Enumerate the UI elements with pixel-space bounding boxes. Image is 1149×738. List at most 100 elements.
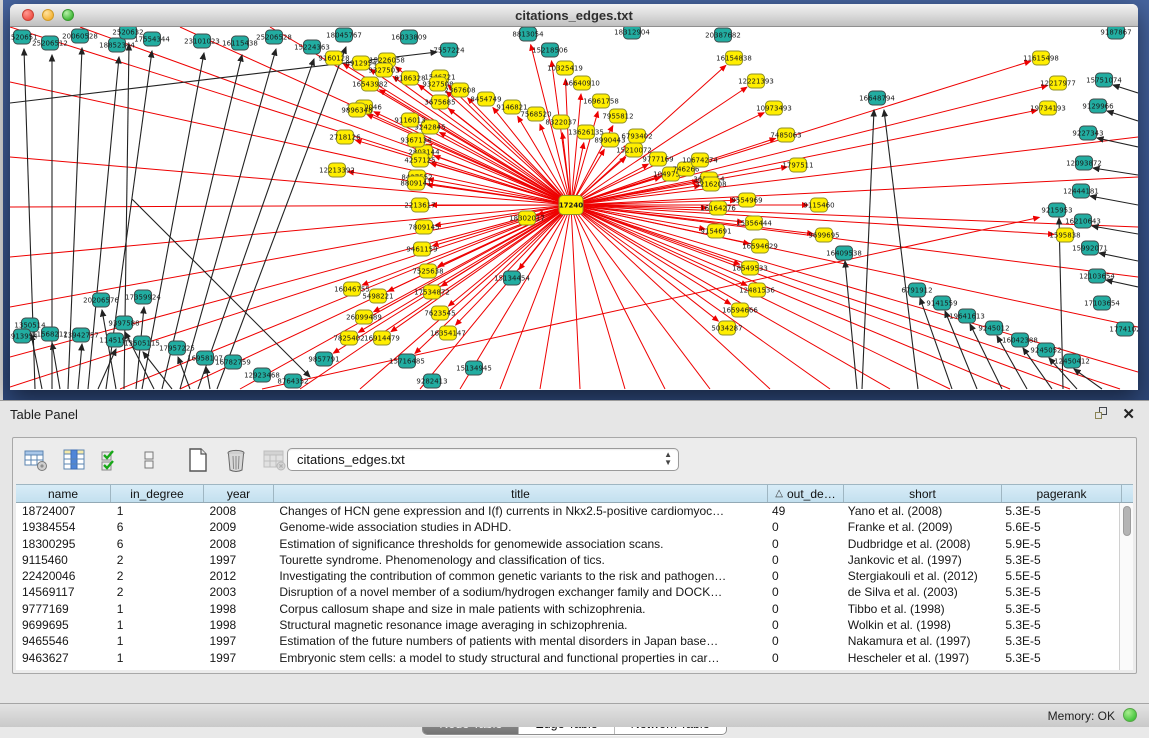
node-label: 7809145 bbox=[408, 224, 439, 232]
table-cell: 1997 bbox=[204, 650, 274, 666]
citation-edge bbox=[1090, 196, 1138, 205]
table-cell: 1997 bbox=[204, 633, 274, 649]
node-label: 12221393 bbox=[738, 78, 774, 86]
table-cell: Nakamura et al. (1997) bbox=[842, 633, 1000, 649]
table-cell: 1998 bbox=[204, 617, 274, 633]
node-label: 16409538 bbox=[826, 250, 862, 258]
scrollbar-thumb[interactable] bbox=[1123, 506, 1131, 536]
node-label: 15224363 bbox=[294, 44, 330, 52]
node-label: 9777169 bbox=[642, 156, 673, 164]
network-view-window[interactable]: citations_edges.txt 25206512520651220060… bbox=[10, 4, 1138, 390]
table-cell: 5.3E-5 bbox=[999, 584, 1119, 600]
table-row[interactable]: 946362711997Embryonic stem cells: a mode… bbox=[16, 650, 1119, 666]
node-label: 10325419 bbox=[547, 65, 583, 73]
select-all-icon[interactable] bbox=[97, 445, 127, 475]
table-row[interactable]: 969969511998Structural magnetic resonanc… bbox=[16, 617, 1119, 633]
column-header-name[interactable]: name bbox=[16, 485, 111, 502]
node-label: 20387682 bbox=[705, 32, 741, 40]
citation-edge bbox=[52, 343, 60, 389]
citation-edge bbox=[31, 334, 42, 389]
citation-edge bbox=[845, 261, 857, 389]
column-header-out_de[interactable]: △out_de… bbox=[768, 485, 844, 502]
vertical-scrollbar[interactable] bbox=[1119, 503, 1133, 670]
table-row[interactable]: 1830029562008Estimation of significance … bbox=[16, 536, 1119, 552]
table-cell: 49 bbox=[766, 503, 842, 519]
new-column-icon[interactable] bbox=[183, 445, 213, 475]
close-panel-icon[interactable]: ✕ bbox=[1122, 405, 1135, 423]
node-label: 17957225 bbox=[159, 345, 195, 353]
table-cell: Franke et al. (2009) bbox=[842, 519, 1000, 535]
node-label: 16115438 bbox=[222, 40, 258, 48]
node-label: 19641613 bbox=[949, 313, 985, 321]
table-mode-icon[interactable] bbox=[21, 445, 51, 475]
table-selector-dropdown[interactable]: citations_edges.txt ▲▼ bbox=[287, 448, 679, 471]
network-canvas[interactable]: 2520651252065122006052818852344252063217… bbox=[10, 27, 1138, 390]
citation-edge bbox=[10, 27, 571, 205]
table-row[interactable]: 1938455462009Genome-wide association stu… bbox=[16, 519, 1119, 535]
table-cell: 1998 bbox=[204, 601, 274, 617]
table-panel-box: f(x) citations_edges.txt ▲▼ namein_degre… bbox=[12, 437, 1137, 674]
table-cell: 9465546 bbox=[16, 633, 111, 649]
node-label: 12450412 bbox=[1054, 358, 1090, 366]
delete-table-icon bbox=[259, 445, 289, 475]
column-header-pagerank[interactable]: pagerank bbox=[1002, 485, 1122, 502]
citation-edge bbox=[420, 125, 571, 205]
table-row[interactable]: 977716911998Corpus callosum shape and si… bbox=[16, 601, 1119, 617]
node-label: 9187867 bbox=[1100, 29, 1131, 37]
memory-ok-indicator bbox=[1123, 708, 1137, 722]
node-label: 9245012 bbox=[978, 325, 1009, 333]
node-label: 16594629 bbox=[742, 243, 778, 251]
node-label: 9245052 bbox=[1030, 347, 1061, 355]
deselect-all-icon[interactable] bbox=[135, 445, 165, 475]
table-cell: 14569117 bbox=[16, 584, 111, 600]
node-label: 15716485 bbox=[389, 358, 425, 366]
citation-network-graph[interactable]: 2520651252065122006052818852344252063217… bbox=[10, 27, 1138, 390]
node-label: 5498221 bbox=[362, 293, 393, 301]
table-cell: 1 bbox=[111, 633, 204, 649]
node-label: 16042388 bbox=[1002, 337, 1038, 345]
window-titlebar[interactable]: citations_edges.txt bbox=[10, 4, 1138, 27]
citation-edge bbox=[571, 205, 770, 389]
dropdown-arrows-icon: ▲▼ bbox=[664, 451, 672, 467]
node-label: 13942757 bbox=[63, 332, 99, 340]
table-panel-header: Table Panel ✕ bbox=[0, 401, 1149, 427]
table-cell: 9115460 bbox=[16, 552, 111, 568]
table-row[interactable]: 1872400712008Changes of HCN gene express… bbox=[16, 503, 1119, 519]
table-cell: de Silva et al. (2003) bbox=[842, 584, 1000, 600]
node-label: 17240 bbox=[559, 202, 583, 210]
column-header-title[interactable]: title bbox=[274, 485, 768, 502]
table-cell: 1 bbox=[111, 617, 204, 633]
citation-edge bbox=[571, 205, 1120, 389]
node-label: 15134945 bbox=[456, 365, 492, 373]
node-label: 9896348 bbox=[341, 107, 372, 115]
table-row[interactable]: 911546021997Tourette syndrome. Phenomeno… bbox=[16, 552, 1119, 568]
show-columns-icon[interactable] bbox=[59, 445, 89, 475]
node-label: 1797511 bbox=[782, 162, 813, 170]
table-cell: 5.3E-5 bbox=[999, 552, 1119, 568]
table-cell: 5.3E-5 bbox=[999, 617, 1119, 633]
table-cell: Investigating the contribution of common… bbox=[273, 568, 766, 584]
delete-column-icon[interactable] bbox=[221, 445, 251, 475]
column-header-short[interactable]: short bbox=[844, 485, 1002, 502]
node-label: 12923468 bbox=[244, 372, 280, 380]
table-cell: Wolkin et al. (1998) bbox=[842, 617, 1000, 633]
node-label: 9227343 bbox=[1072, 130, 1103, 138]
table-row[interactable]: 2242004622012Investigating the contribut… bbox=[16, 568, 1119, 584]
node-label: 16543982 bbox=[352, 81, 388, 89]
node-label: 1350514 bbox=[14, 322, 46, 330]
citation-edge bbox=[1074, 369, 1102, 389]
citation-edge bbox=[10, 205, 571, 257]
node-label: 20060528 bbox=[62, 33, 98, 41]
table-row[interactable]: 946554611997Estimation of the future num… bbox=[16, 633, 1119, 649]
node-label: 2213617 bbox=[404, 202, 435, 210]
float-panel-icon[interactable] bbox=[1095, 407, 1109, 420]
column-header-in_degree[interactable]: in_degree bbox=[111, 485, 204, 502]
node-label: 16961758 bbox=[583, 98, 619, 106]
citation-edge bbox=[180, 27, 571, 205]
node-label: 15356444 bbox=[736, 220, 772, 228]
column-header-year[interactable]: year bbox=[204, 485, 274, 502]
table-cell: 5.3E-5 bbox=[999, 633, 1119, 649]
table-row[interactable]: 1456911722003Disruption of a novel membe… bbox=[16, 584, 1119, 600]
table-cell: Hescheler et al. (1997) bbox=[842, 650, 1000, 666]
node-label: 12213392 bbox=[319, 167, 355, 175]
